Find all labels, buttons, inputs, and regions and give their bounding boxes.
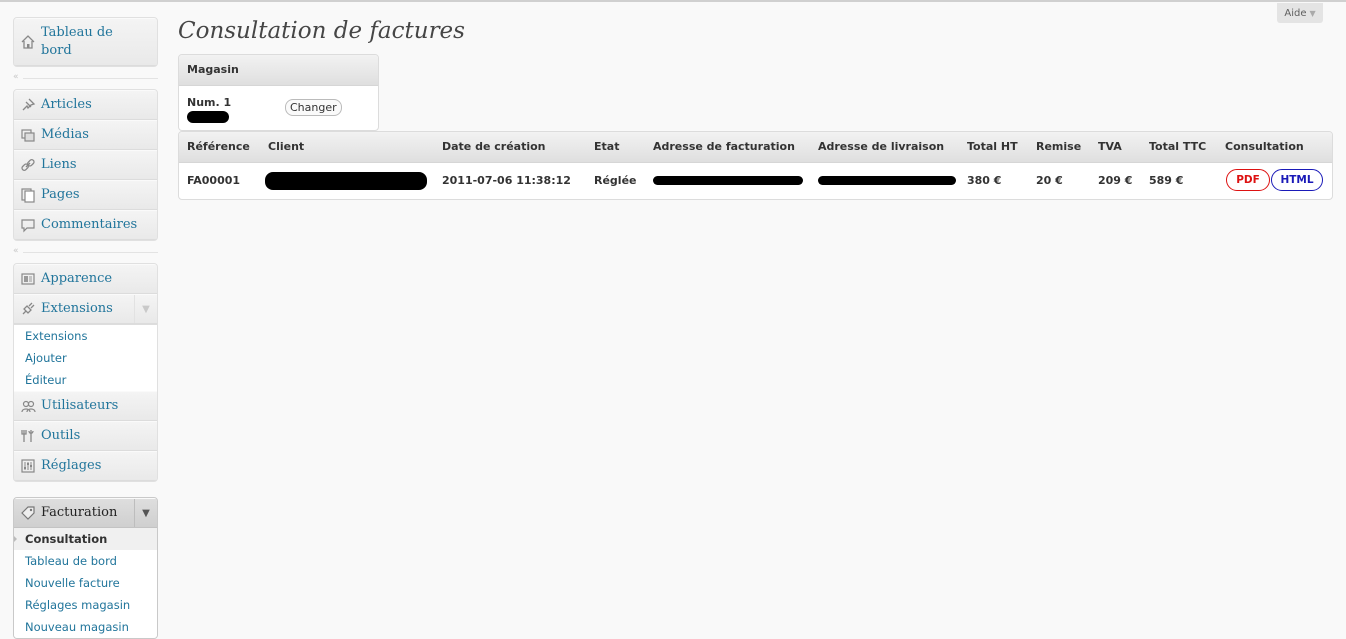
column-header-reference[interactable]: Référence (187, 140, 250, 153)
sidebar-item-apparence[interactable]: Apparence (14, 264, 157, 294)
store-box-title: Magasin (179, 55, 378, 86)
settings-icon (19, 457, 37, 475)
column-header-consultation[interactable]: Consultation (1225, 140, 1304, 153)
sidebar-item-label: Facturation (41, 505, 118, 520)
submenu-item-tableau-de-bord[interactable]: Tableau de bord (14, 550, 157, 572)
comment-icon (19, 216, 37, 234)
users-icon (19, 397, 37, 415)
sidebar-item-commentaires[interactable]: Commentaires (14, 210, 157, 240)
sidebar-item-outils[interactable]: Outils (14, 421, 157, 451)
change-store-button[interactable]: Changer (285, 99, 342, 116)
menu-group-content: Articles Médias Liens Pages Commentaires (13, 89, 158, 241)
sidebar-item-label: Extensions (41, 301, 113, 316)
submenu-item-consultation[interactable]: Consultation (14, 528, 157, 550)
cell-date: 2011-07-06 11:38:12 (442, 174, 571, 187)
chevron-down-icon[interactable]: ▼ (134, 499, 157, 527)
submenu-item-reglages-magasin[interactable]: Réglages magasin (14, 594, 157, 616)
column-header-billing-address[interactable]: Adresse de facturation (653, 140, 795, 153)
top-border (0, 0, 1346, 2)
sidebar-item-dashboard[interactable]: Tableau de bord (14, 18, 157, 66)
menu-group-dashboard: Tableau de bord (13, 17, 158, 67)
facturation-submenu: Consultation Tableau de bord Nouvelle fa… (14, 528, 157, 638)
column-header-date[interactable]: Date de création (442, 140, 546, 153)
sidebar-item-label: Médias (41, 127, 89, 142)
submenu-item-extensions[interactable]: Extensions (14, 325, 157, 347)
help-tab[interactable]: Aide ▼ (1277, 3, 1323, 23)
sidebar-item-extensions[interactable]: Extensions ▼ (14, 294, 157, 324)
redacted-client (265, 172, 427, 190)
column-header-shipping-address[interactable]: Adresse de livraison (818, 140, 944, 153)
sidebar-item-facturation[interactable]: Facturation ▼ (14, 498, 157, 528)
redacted-billing-address (653, 176, 803, 185)
column-header-discount[interactable]: Remise (1036, 140, 1081, 153)
column-header-status[interactable]: Etat (594, 140, 619, 153)
redacted-shipping-address (818, 176, 956, 185)
sidebar-item-label: Réglages (41, 458, 102, 473)
pages-icon (19, 186, 37, 204)
table-header: Référence Client Date de création Etat A… (179, 132, 1332, 163)
sidebar-item-label: Outils (41, 428, 81, 443)
sidebar-item-pages[interactable]: Pages (14, 180, 157, 210)
tools-icon (19, 427, 37, 445)
redacted-store-name (187, 111, 229, 123)
sidebar-item-label: Liens (41, 157, 77, 172)
menu-group-appearance: Apparence Extensions ▼ Extensions Ajoute… (13, 263, 158, 482)
cell-reference: FA00001 (187, 174, 241, 187)
cell-total-ttc: 589 € (1149, 174, 1184, 187)
sidebar-item-label: Pages (41, 187, 80, 202)
sidebar-item-label: Articles (41, 97, 92, 112)
column-header-vat[interactable]: TVA (1098, 140, 1122, 153)
chevron-down-icon: ▼ (1309, 8, 1316, 18)
sidebar-item-liens[interactable]: Liens (14, 150, 157, 180)
chevron-down-icon[interactable]: ▼ (134, 295, 157, 323)
cell-discount: 20 € (1036, 174, 1063, 187)
home-icon (19, 33, 37, 51)
link-icon (19, 156, 37, 174)
sidebar-item-medias[interactable]: Médias (14, 120, 157, 150)
admin-sidebar: Tableau de bord « Articles Médias Liens (13, 17, 158, 639)
pdf-button[interactable]: PDF (1226, 169, 1270, 191)
store-box-body: Num. 1 Changer (179, 86, 378, 130)
column-header-total-ttc[interactable]: Total TTC (1149, 140, 1206, 153)
html-button[interactable]: HTML (1271, 169, 1323, 191)
page-title: Consultation de factures (178, 18, 465, 44)
menu-separator[interactable]: « (13, 67, 158, 89)
sidebar-item-label: Commentaires (41, 217, 138, 232)
pushpin-icon (19, 96, 37, 114)
submenu-item-editeur[interactable]: Éditeur (14, 369, 157, 391)
column-header-total-ht[interactable]: Total HT (967, 140, 1018, 153)
help-label: Aide (1284, 7, 1307, 19)
submenu-item-ajouter[interactable]: Ajouter (14, 347, 157, 369)
cell-vat: 209 € (1098, 174, 1133, 187)
cell-status: Réglée (594, 174, 637, 187)
sidebar-item-label: Apparence (41, 271, 113, 286)
sidebar-item-label: Tableau de bord (41, 25, 113, 58)
submenu-item-nouvelle-facture[interactable]: Nouvelle facture (14, 572, 157, 594)
sidebar-item-label: Utilisateurs (41, 398, 119, 413)
collapse-icon: « (13, 72, 19, 82)
store-box: Magasin Num. 1 Changer (178, 54, 379, 131)
store-number: Num. 1 (187, 96, 232, 109)
plug-icon (19, 300, 37, 318)
submenu-item-nouveau-magasin[interactable]: Nouveau magasin (14, 616, 157, 638)
menu-separator[interactable]: « (13, 241, 158, 263)
collapse-icon: « (13, 246, 19, 256)
sidebar-item-reglages[interactable]: Réglages (14, 451, 157, 481)
column-header-client[interactable]: Client (268, 140, 304, 153)
sidebar-item-utilisateurs[interactable]: Utilisateurs (14, 391, 157, 421)
media-icon (19, 126, 37, 144)
invoice-table: Référence Client Date de création Etat A… (178, 131, 1333, 200)
cell-total-ht: 380 € (967, 174, 1002, 187)
menu-group-facturation: Facturation ▼ Consultation Tableau de bo… (13, 497, 158, 639)
sidebar-item-articles[interactable]: Articles (14, 90, 157, 120)
tag-icon (19, 504, 37, 522)
extensions-submenu: Extensions Ajouter Éditeur (14, 324, 157, 391)
appearance-icon (19, 270, 37, 288)
